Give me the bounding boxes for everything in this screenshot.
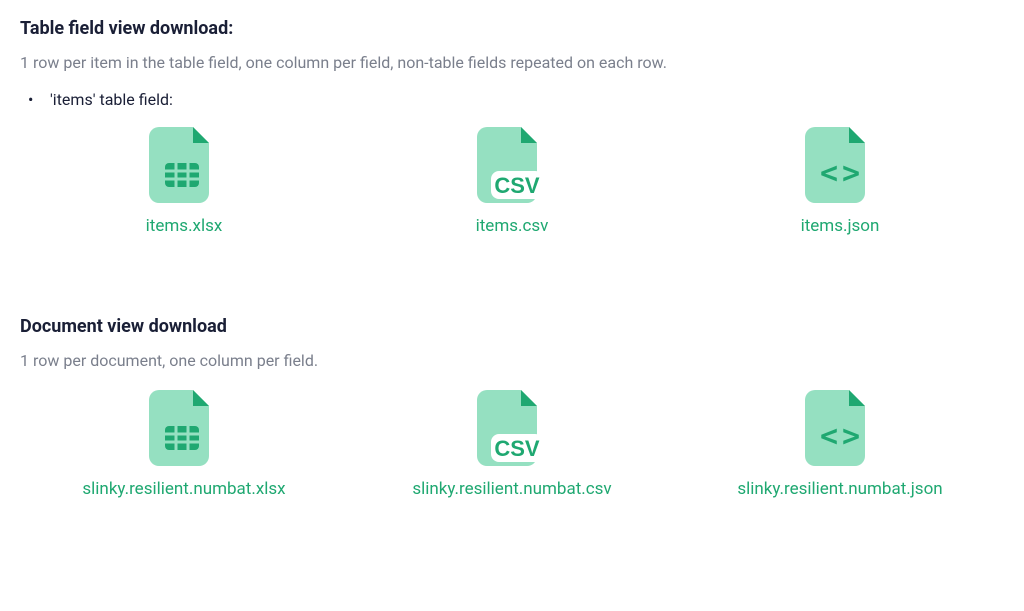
table-field-description: 1 row per item in the table field, one c… <box>20 53 1004 72</box>
svg-text:>: > <box>842 419 860 454</box>
table-field-heading: Table field view download: <box>20 18 1004 39</box>
xlsx-file-icon <box>149 125 219 205</box>
svg-text:CSV: CSV <box>494 436 540 461</box>
download-items-json[interactable]: < > items.json <box>700 125 980 238</box>
download-slinky-json[interactable]: < > slinky.resilient.numbat.json <box>700 388 980 501</box>
csv-file-icon: CSV <box>477 125 547 205</box>
document-view-description: 1 row per document, one column per field… <box>20 351 1004 370</box>
download-slinky-csv[interactable]: CSV slinky.resilient.numbat.csv <box>372 388 652 501</box>
svg-text:>: > <box>842 156 860 191</box>
file-label: items.xlsx <box>146 215 223 238</box>
svg-text:<: < <box>820 419 838 454</box>
json-file-icon: < > <box>805 388 875 468</box>
download-items-csv[interactable]: CSV items.csv <box>372 125 652 238</box>
svg-text:CSV: CSV <box>494 173 540 198</box>
file-label: slinky.resilient.numbat.csv <box>412 478 611 501</box>
download-slinky-xlsx[interactable]: slinky.resilient.numbat.xlsx <box>44 388 324 501</box>
document-view-heading: Document view download <box>20 316 1004 337</box>
file-label: items.csv <box>476 215 549 238</box>
json-file-icon: < > <box>805 125 875 205</box>
file-label: items.json <box>801 215 880 238</box>
csv-file-icon: CSV <box>477 388 547 468</box>
file-label: slinky.resilient.numbat.json <box>737 478 942 501</box>
download-items-xlsx[interactable]: items.xlsx <box>44 125 324 238</box>
svg-text:<: < <box>820 156 838 191</box>
table-field-bullet: 'items' table field: <box>20 90 1004 109</box>
xlsx-file-icon <box>149 388 219 468</box>
file-label: slinky.resilient.numbat.xlsx <box>82 478 285 501</box>
